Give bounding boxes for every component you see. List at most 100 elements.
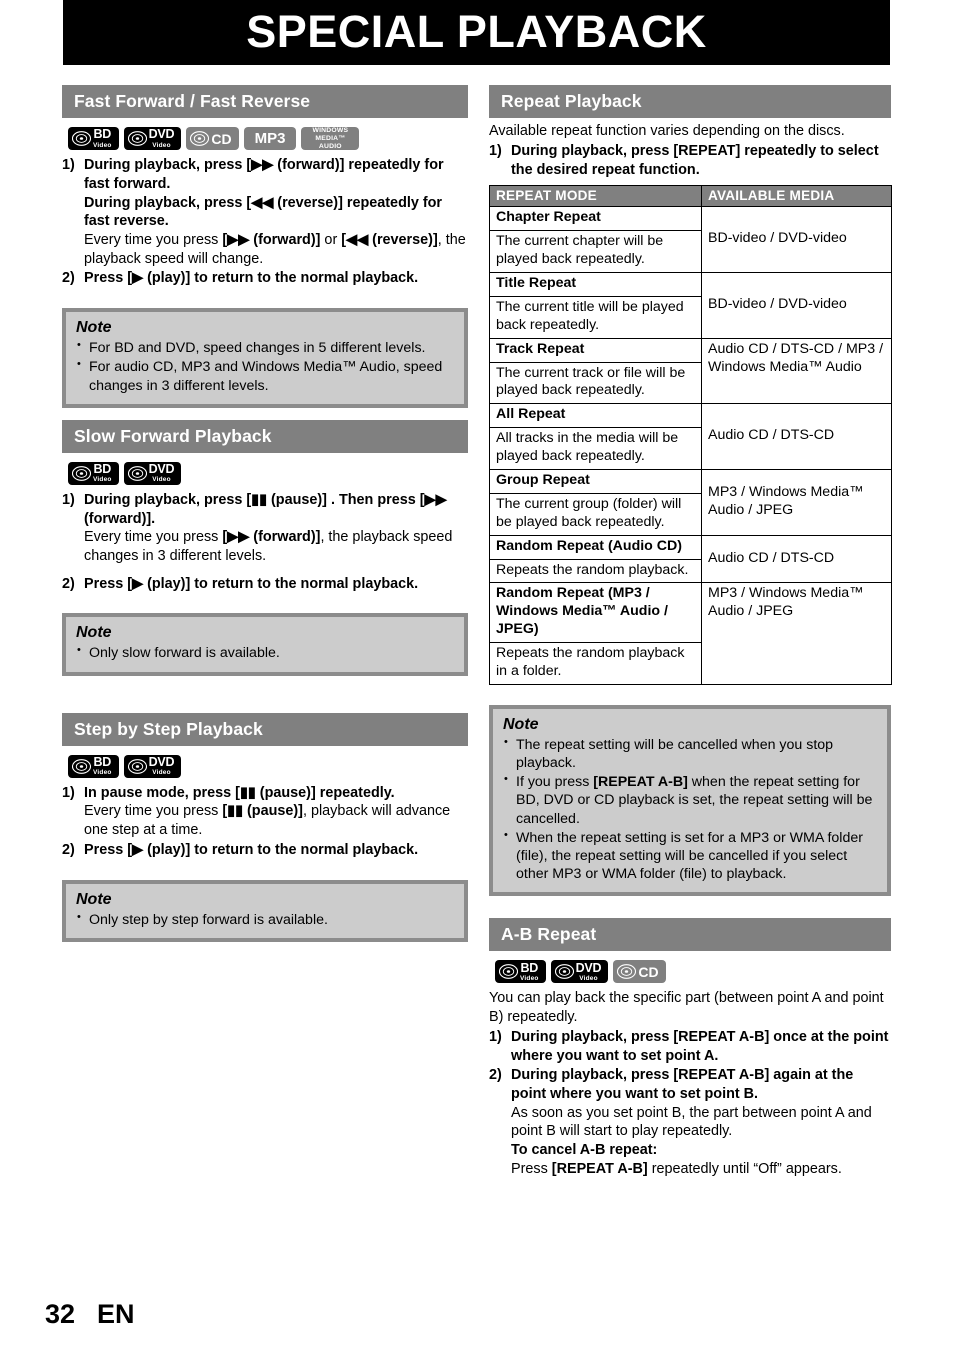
step-item: 1) During playback, press [▮▮ (pause)] .…	[62, 491, 468, 566]
note-title: Note	[503, 715, 539, 733]
dvd-video-icon-sub: Video	[152, 476, 171, 484]
repeat-playback-intro: Available repeat function varies dependi…	[489, 123, 845, 140]
note-item-pre: The repeat setting will be cancelled whe…	[516, 736, 834, 772]
disc-glyph-icon	[127, 758, 147, 774]
step-number: 2)	[62, 575, 75, 592]
step-sub-bold: To cancel A-B repeat:	[511, 1142, 658, 1159]
step-number: 1)	[62, 491, 75, 508]
step-number: 1)	[489, 142, 502, 159]
media-icon-row-step-by-step: BD Video DVD Video	[68, 754, 468, 778]
bd-video-icon-main: BD	[93, 754, 112, 769]
dvd-video-icon-sub: Video	[152, 769, 171, 777]
section-heading-fast-forward-fast-reverse: Fast Forward / Fast Reverse	[62, 85, 468, 119]
table-row: Title Repeat BD-video / DVD-video	[489, 271, 892, 339]
cell-mode-name: Track Repeat	[489, 337, 702, 363]
step-number: 1)	[62, 157, 75, 174]
dvd-video-icon: DVD Video	[123, 127, 182, 151]
table-header-repeat-mode: REPEAT MODE	[489, 185, 702, 208]
cell-media: MP3 / Windows Media™ Audio / JPEG	[701, 468, 892, 536]
windows-media-audio-icon: WINDOWS MEDIA™ AUDIO	[301, 127, 360, 151]
step-item: 2) During playback, press [REPEAT A-B] a…	[489, 1066, 891, 1178]
cell-mode-name: Random Repeat (Audio CD)	[489, 534, 702, 560]
step-bold-line-1: Press [▶ (play)] to return to the normal…	[84, 575, 419, 592]
step-plain-bold-1: [▶▶ (forward)]	[222, 232, 321, 248]
cell-mode-desc: The current group (folder) will be playe…	[489, 492, 702, 536]
table-row: Random Repeat (Audio CD) Audio CD / DTS-…	[489, 534, 892, 584]
left-column: Fast Forward / Fast Reverse BD Video DVD…	[62, 85, 468, 942]
media-icon-row-fast-forward: BD Video DVD Video CD MP3 WINDOWS MEDIA™…	[68, 127, 468, 151]
step-number: 1)	[62, 784, 75, 801]
disc-glyph-icon	[554, 964, 574, 980]
media-icon-row-ab-repeat: BD Video DVD Video CD	[495, 960, 891, 984]
cd-icon: CD	[613, 960, 666, 984]
step-plain-bold-1: [▮▮ (pause)]	[222, 803, 303, 820]
step-bold-line-2: During playback, press [◀◀ (reverse)] re…	[84, 194, 443, 230]
cell-media: BD-video / DVD-video	[701, 271, 892, 339]
cell-mode-name: Group Repeat	[489, 468, 702, 494]
disc-glyph-icon	[72, 465, 91, 481]
step-bold-line-1: In pause mode, press [▮▮ (pause)] repeat…	[84, 784, 395, 801]
disc-glyph-icon	[617, 964, 637, 980]
step-plain-mid: or	[320, 232, 342, 248]
note-item: Only slow forward is available.	[76, 643, 454, 662]
step-item: 1) During playback, press [▶▶ (forward)]…	[62, 156, 468, 268]
cell-media: BD-video / DVD-video	[701, 206, 892, 273]
dvd-video-icon-main: DVD	[148, 461, 175, 476]
page-title: SPECIAL PLAYBACK	[246, 5, 707, 57]
cell-media: Audio CD / DTS-CD	[701, 403, 892, 470]
cell-media: Audio CD / DTS-CD	[701, 534, 892, 584]
wma-icon-line2: MEDIA™	[315, 134, 346, 142]
page-title-banner: SPECIAL PLAYBACK	[63, 0, 890, 65]
cell-mode-desc: Repeats the random playback.	[489, 558, 702, 584]
note-item-pre: If you press	[516, 774, 594, 791]
table-row: Track Repeat Audio CD / DTS-CD / MP3 / W…	[489, 337, 892, 405]
table-header-row: REPEAT MODE AVAILABLE MEDIA	[489, 185, 892, 208]
cell-mode-name: Chapter Repeat	[489, 206, 702, 232]
cd-icon: CD	[186, 127, 239, 151]
disc-glyph-icon	[127, 131, 147, 146]
step-plain-pre: Every time you press	[84, 803, 223, 820]
note-title: Note	[76, 624, 112, 642]
note-title: Note	[76, 319, 112, 337]
cell-mode-name: All Repeat	[489, 403, 702, 429]
step-item: 1) During playback, press [REPEAT A-B] o…	[489, 1028, 891, 1065]
step-plain-pre: Every time you press	[84, 232, 223, 248]
bd-video-icon: BD Video	[68, 127, 119, 151]
note-item: Only step by step forward is available.	[76, 910, 454, 929]
page-footer: 32 EN	[45, 1299, 135, 1330]
right-column: Repeat Playback Available repeat functio…	[489, 85, 892, 1179]
step-sub-bold-key: [REPEAT A-B]	[551, 1160, 648, 1177]
mp3-icon-label: MP3	[254, 130, 286, 148]
table-row: All Repeat Audio CD / DTS-CD	[489, 403, 892, 470]
dvd-video-icon-sub: Video	[152, 141, 171, 149]
section-heading-repeat-playback: Repeat Playback	[489, 85, 891, 119]
dvd-video-icon-main: DVD	[148, 754, 175, 769]
step-plain-bold-2: [◀◀ (reverse)]	[341, 232, 438, 248]
step-plain-post: As soon as you set point B, the part bet…	[511, 1104, 872, 1140]
note-box-step-by-step: Note Only step by step forward is availa…	[62, 879, 468, 942]
disc-glyph-icon	[72, 131, 91, 146]
bd-video-icon: BD Video	[495, 960, 546, 984]
step-item: 1) In pause mode, press [▮▮ (pause)] rep…	[62, 784, 468, 840]
note-box-fast-forward: Note For BD and DVD, speed changes in 5 …	[62, 308, 468, 408]
step-bold-line-1: During playback, press [▮▮ (pause)] . Th…	[84, 491, 447, 527]
mp3-icon: MP3	[243, 127, 297, 151]
note-item: If you press [REPEAT A-B] when the repea…	[503, 772, 877, 828]
page-number: 32	[45, 1299, 76, 1329]
step-item: 2) Press [▶ (play)] to return to the nor…	[62, 575, 468, 594]
note-box-repeat-playback: Note The repeat setting will be cancelle…	[489, 704, 891, 897]
disc-glyph-icon	[499, 964, 518, 980]
repeat-mode-table: REPEAT MODE AVAILABLE MEDIA Chapter Repe…	[489, 185, 892, 685]
step-bold-line-1: During playback, press [REPEAT A-B] agai…	[511, 1067, 854, 1102]
dvd-video-icon: DVD Video	[550, 960, 609, 984]
cd-icon-label: CD	[211, 130, 232, 147]
step-bold-line-1: During playback, press [REPEAT] repeated…	[511, 142, 879, 178]
bd-video-icon-main: BD	[520, 960, 539, 975]
cell-mode-desc: The current title will be played back re…	[489, 295, 702, 339]
section-heading-slow-forward-playback: Slow Forward Playback	[62, 419, 468, 453]
media-icon-row-slow-forward: BD Video DVD Video	[68, 461, 468, 485]
note-item: When the repeat setting is set for a MP3…	[503, 828, 877, 884]
table-row: Chapter Repeat BD-video / DVD-video	[489, 206, 892, 273]
bd-video-icon-sub: Video	[93, 476, 112, 484]
step-bold-line-1: Press [▶ (play)] to return to the normal…	[84, 841, 419, 858]
